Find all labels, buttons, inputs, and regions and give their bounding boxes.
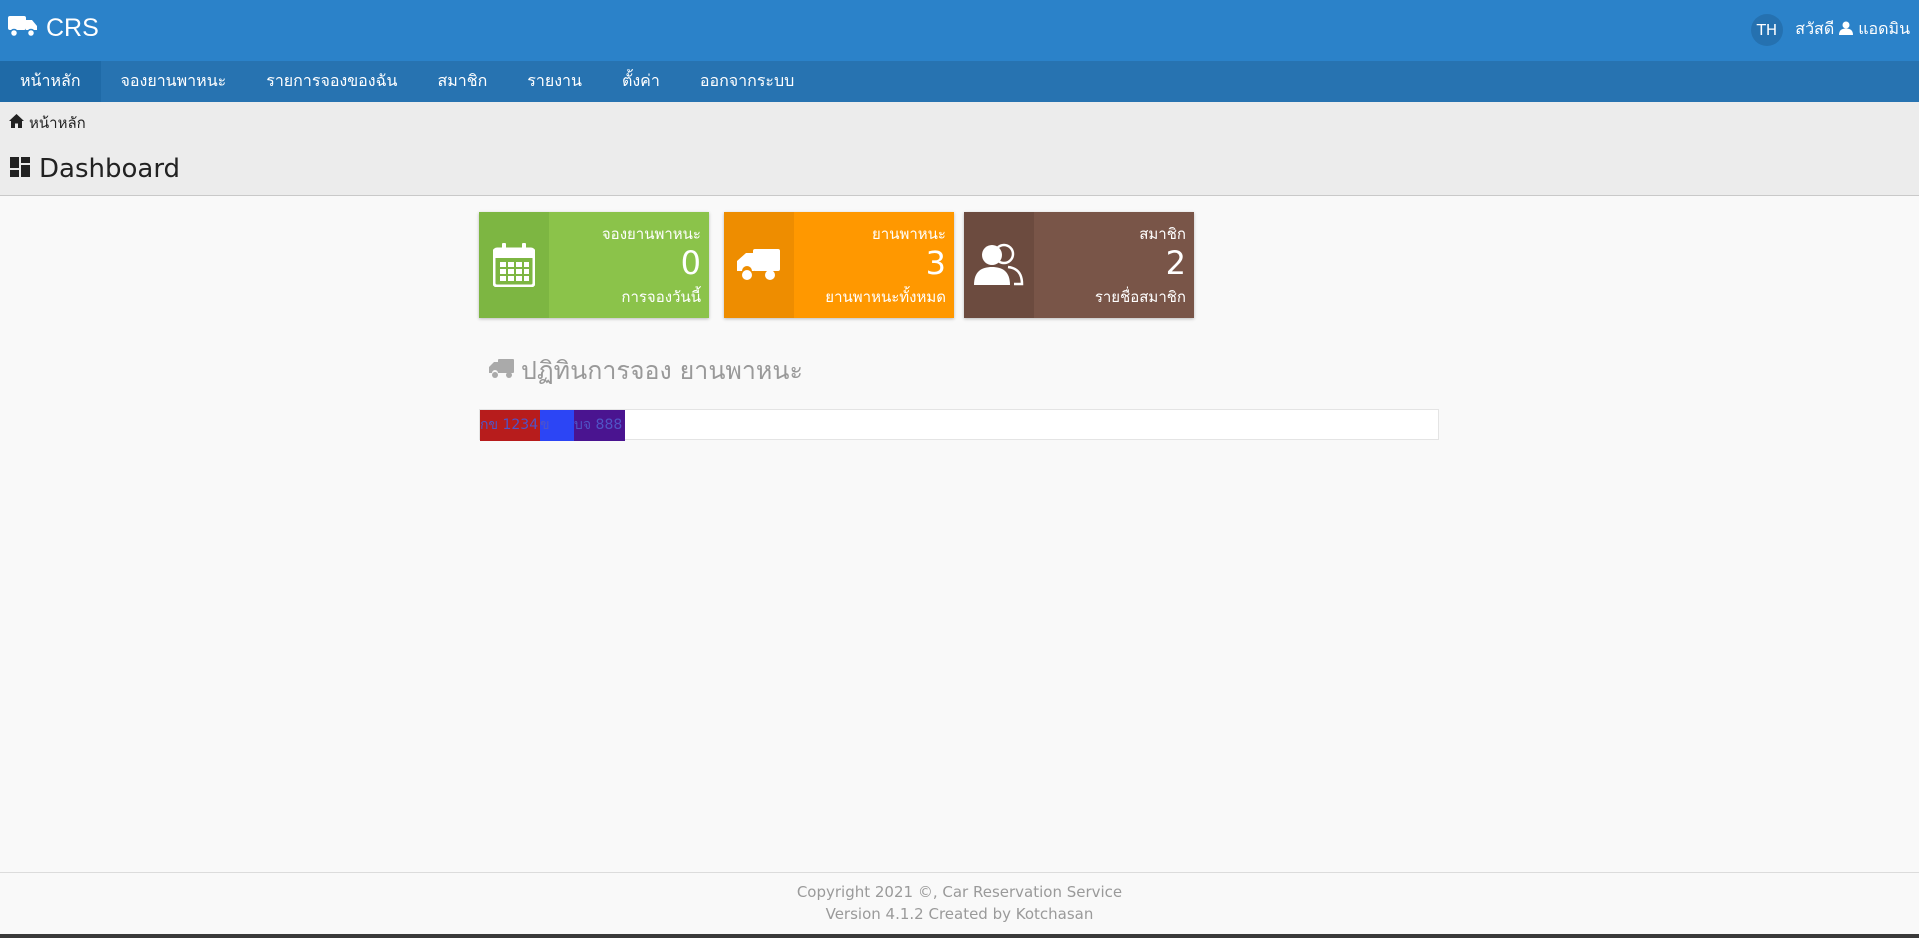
vehicles-card[interactable]: ยานพาหนะ 3 ยานพาหนะทั้งหมด xyxy=(724,212,954,318)
card-title: สมาชิก xyxy=(1139,225,1186,243)
page-title: Dashboard xyxy=(10,154,180,184)
members-card[interactable]: สมาชิก 2 รายชื่อสมาชิก xyxy=(964,212,1194,318)
calendar-event[interactable]: กข 1234 xyxy=(480,410,540,441)
home-icon xyxy=(9,114,24,132)
nav-item-my-bookings[interactable]: รายการจองของฉัน xyxy=(246,61,417,102)
card-value: 3 xyxy=(925,244,946,282)
brand-name: CRS xyxy=(46,13,99,42)
top-header: CRS TH สวัสดี แอดมิน xyxy=(0,0,1919,61)
nav-item-logout[interactable]: ออกจากระบบ xyxy=(680,61,814,102)
language-button[interactable]: TH xyxy=(1751,14,1783,46)
nav-item-book-vehicle[interactable]: จองยานพาหนะ xyxy=(101,61,247,102)
nav-item-reports[interactable]: รายงาน xyxy=(507,61,602,102)
brand-logo[interactable]: CRS xyxy=(8,12,99,44)
title-band: หน้าหลัก Dashboard xyxy=(0,102,1919,196)
truck-icon xyxy=(489,357,515,386)
nav-item-settings[interactable]: ตั้งค่า xyxy=(602,61,680,102)
calendar-icon xyxy=(479,212,549,318)
dashboard-icon xyxy=(10,154,30,184)
users-icon xyxy=(964,212,1034,318)
calendar-heading: ปฏิทินการจอง ยานพาหนะ xyxy=(489,351,803,391)
card-title: ยานพาหนะ xyxy=(872,225,946,243)
card-value: 2 xyxy=(1165,244,1186,282)
nav-item-home[interactable]: หน้าหลัก xyxy=(0,61,101,102)
card-subtitle: การจองวันนี้ xyxy=(621,288,701,306)
footer: Copyright 2021 ©, Car Reservation Servic… xyxy=(0,872,1919,938)
breadcrumb-home[interactable]: หน้าหลัก xyxy=(29,111,86,135)
card-subtitle: รายชื่อสมาชิก xyxy=(1094,288,1186,306)
version-text: Version 4.1.2 Created by Kotchasan xyxy=(825,905,1094,923)
bookings-card[interactable]: จองยานพาหนะ 0 การจองวันนี้ xyxy=(479,212,709,318)
calendar-heading-text: ปฏิทินการจอง ยานพาหนะ xyxy=(521,356,803,385)
truck-icon xyxy=(724,212,794,318)
booking-calendar: กข 1234 ข บจ 888 xyxy=(479,409,1439,441)
username: แอดมิน xyxy=(1858,19,1910,38)
copyright-text: Copyright 2021 ©, Car Reservation Servic… xyxy=(796,883,1123,901)
breadcrumb[interactable]: หน้าหลัก xyxy=(9,111,86,135)
user-menu[interactable]: สวัสดี แอดมิน xyxy=(1795,17,1910,42)
page-title-text: Dashboard xyxy=(39,154,181,184)
bottom-border xyxy=(0,934,1919,938)
card-title: จองยานพาหนะ xyxy=(601,225,701,243)
greeting-text: สวัสดี xyxy=(1795,19,1835,38)
calendar-event[interactable]: บจ 888 xyxy=(574,410,625,441)
truck-icon xyxy=(8,14,38,42)
main-nav: หน้าหลัก จองยานพาหนะ รายการจองของฉัน สมา… xyxy=(0,61,1919,102)
card-subtitle: ยานพาหนะทั้งหมด xyxy=(825,288,946,306)
nav-item-members[interactable]: สมาชิก xyxy=(417,61,507,102)
calendar-event[interactable]: ข xyxy=(540,410,574,441)
user-icon xyxy=(1839,20,1854,39)
card-value: 0 xyxy=(680,244,701,282)
